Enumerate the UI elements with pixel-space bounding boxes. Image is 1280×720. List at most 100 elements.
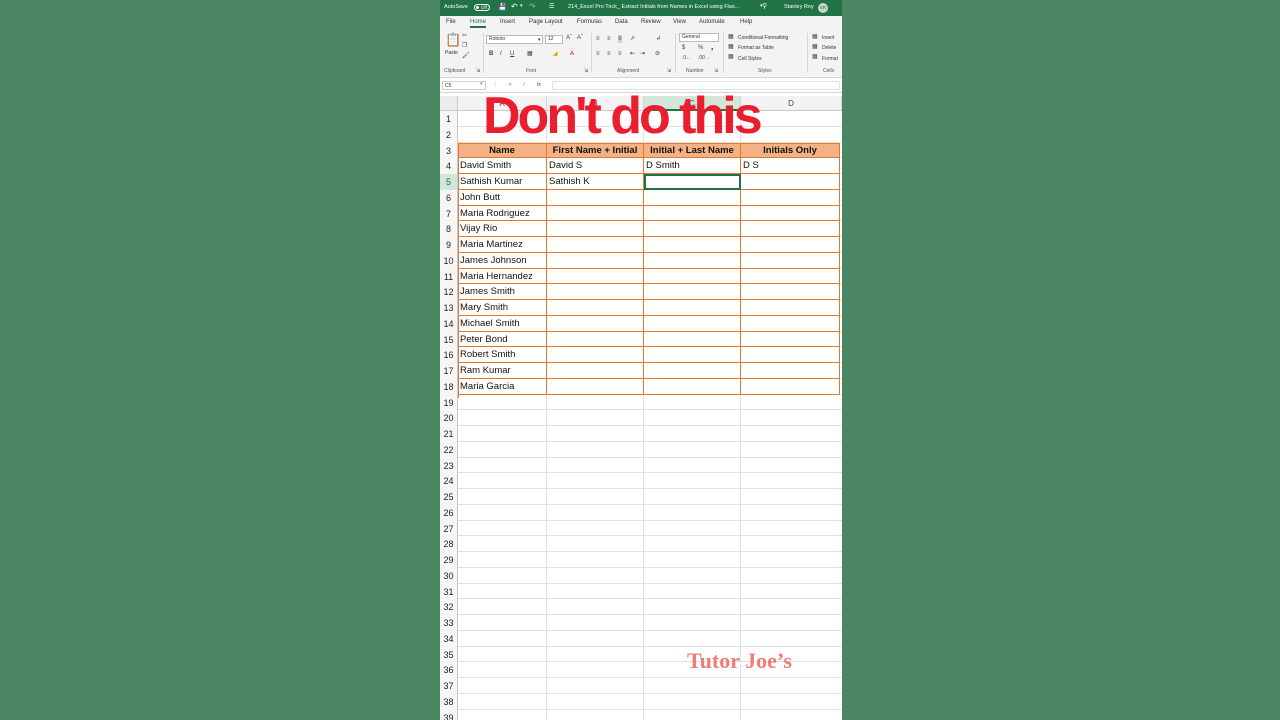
row-header[interactable]: 7	[440, 205, 458, 222]
tab-home[interactable]: Home	[470, 19, 487, 28]
cell-first-name-initial[interactable]	[547, 189, 644, 206]
row-header[interactable]: 27	[440, 520, 458, 537]
customize-toolbar-icon[interactable]: ☰	[549, 3, 554, 10]
row-header[interactable]: 2	[440, 126, 458, 143]
row-header[interactable]: 18	[440, 378, 458, 395]
cell-initial-last-name[interactable]	[644, 363, 741, 379]
cell-first-name-initial[interactable]	[547, 331, 644, 348]
cell-first-name-initial[interactable]: David S	[547, 158, 644, 174]
align-middle-icon[interactable]: ≡	[607, 35, 611, 43]
font-size-select[interactable]: 12	[545, 35, 563, 44]
merge-center-icon[interactable]: ⊜	[655, 50, 660, 58]
cell-initials-only[interactable]	[741, 237, 840, 253]
cell-initial-last-name[interactable]	[644, 347, 741, 363]
save-icon[interactable]: 💾	[498, 3, 507, 11]
undo-icon[interactable]: ↶	[511, 2, 518, 11]
insert-cells-button[interactable]: Insert	[822, 35, 835, 41]
search-icon[interactable]: ⚲	[762, 2, 767, 10]
tab-insert[interactable]: Insert	[500, 19, 515, 25]
row-header[interactable]: 20	[440, 410, 458, 427]
cell-initials-only[interactable]	[741, 347, 840, 363]
format-as-table-button[interactable]: Format as Table	[738, 45, 774, 51]
row-header[interactable]: 8	[440, 221, 458, 238]
row-header[interactable]: 34	[440, 630, 458, 647]
cell-styles-icon[interactable]: ▦	[728, 53, 734, 61]
cell-name[interactable]: Vijay Rio	[458, 221, 547, 237]
cell-name[interactable]: Robert Smith	[458, 347, 547, 363]
cell-name[interactable]: James Smith	[458, 284, 547, 300]
align-bottom-icon[interactable]: ≡	[618, 35, 622, 43]
cell-first-name-initial[interactable]: Sathish K	[547, 174, 644, 190]
format-as-table-icon[interactable]: ▦	[728, 43, 734, 51]
currency-icon[interactable]: $	[682, 44, 685, 52]
cell-initials-only[interactable]	[741, 205, 840, 222]
underline-icon[interactable]: U	[510, 50, 514, 58]
percent-icon[interactable]: %	[698, 44, 703, 52]
row-header[interactable]: 9	[440, 237, 458, 253]
row-header[interactable]: 29	[440, 552, 458, 568]
autosave-toggle[interactable]: Off	[474, 4, 490, 11]
cell-initial-last-name[interactable]	[644, 189, 741, 206]
row-header[interactable]: 26	[440, 504, 458, 521]
cell-initials-only[interactable]	[741, 174, 840, 190]
cell-first-name-initial[interactable]	[547, 347, 644, 363]
align-left-icon[interactable]: ≡	[596, 50, 600, 58]
cell-first-name-initial[interactable]	[547, 237, 644, 253]
row-header[interactable]: 37	[440, 678, 458, 694]
format-cells-icon[interactable]: ▦	[812, 53, 818, 61]
row-header[interactable]: 4	[440, 158, 458, 175]
tab-help[interactable]: Help	[740, 19, 752, 25]
row-header[interactable]: 33	[440, 615, 458, 631]
align-top-icon[interactable]: ≡	[596, 35, 600, 43]
number-launcher-icon[interactable]: ⇲	[714, 68, 718, 74]
fill-color-icon[interactable]: ◢	[553, 50, 558, 58]
alignment-launcher-icon[interactable]: ⇲	[667, 68, 671, 74]
row-header[interactable]: 35	[440, 646, 458, 663]
row-header[interactable]: 22	[440, 441, 458, 458]
number-format-select[interactable]: General	[679, 33, 719, 42]
cell-name[interactable]: Sathish Kumar	[458, 174, 547, 190]
cell-initial-last-name[interactable]	[644, 300, 741, 316]
cell-styles-button[interactable]: Cell Styles	[738, 56, 762, 62]
row-header[interactable]: 6	[440, 189, 458, 206]
cell-initial-last-name[interactable]: D Smith	[644, 158, 741, 174]
cell-name[interactable]: David Smith	[458, 158, 547, 174]
tab-automate[interactable]: Automate	[699, 19, 725, 25]
cell-initial-last-name[interactable]	[644, 268, 741, 285]
cell-name[interactable]: John Butt	[458, 189, 547, 206]
row-header[interactable]: 19	[440, 394, 458, 411]
increase-font-icon[interactable]: Aˆ	[566, 34, 572, 42]
row-header[interactable]: 32	[440, 599, 458, 616]
cell-first-name-initial[interactable]	[547, 284, 644, 300]
insert-cells-icon[interactable]: ▦	[812, 33, 818, 41]
row-header[interactable]: 24	[440, 473, 458, 490]
row-header[interactable]: 11	[440, 268, 458, 285]
row-header[interactable]: 21	[440, 426, 458, 442]
cell-name[interactable]: Maria Garcia	[458, 378, 547, 395]
row-header[interactable]: 28	[440, 536, 458, 553]
cell-first-name-initial[interactable]	[547, 378, 644, 395]
format-painter-icon[interactable]: 🖌	[462, 52, 470, 60]
row-header[interactable]: 30	[440, 567, 458, 584]
cell-initials-only[interactable]	[741, 378, 840, 395]
delete-cells-icon[interactable]: ▦	[812, 43, 818, 51]
cell-name[interactable]: Maria Hernandez	[458, 268, 547, 285]
cell-initials-only[interactable]	[741, 268, 840, 285]
cell-first-name-initial[interactable]	[547, 268, 644, 285]
select-all-corner[interactable]	[440, 96, 458, 111]
cell-first-name-initial[interactable]	[547, 363, 644, 379]
tab-data[interactable]: Data	[615, 19, 628, 25]
cell-name[interactable]: Michael Smith	[458, 315, 547, 332]
cell-name[interactable]: Maria Martinez	[458, 237, 547, 253]
row-header[interactable]: 23	[440, 457, 458, 474]
cell-first-name-initial[interactable]	[547, 315, 644, 332]
cell-initials-only[interactable]: D S	[741, 158, 840, 174]
delete-cells-button[interactable]: Delete	[822, 45, 836, 51]
cell-initials-only[interactable]	[741, 315, 840, 332]
cell-initial-last-name[interactable]	[644, 315, 741, 332]
row-header[interactable]: 39	[440, 709, 458, 720]
font-launcher-icon[interactable]: ⇲	[584, 68, 588, 74]
decrease-indent-icon[interactable]: ⇤	[630, 50, 635, 58]
cell-name[interactable]: Mary Smith	[458, 300, 547, 316]
tab-formulas[interactable]: Formulas	[577, 19, 602, 25]
